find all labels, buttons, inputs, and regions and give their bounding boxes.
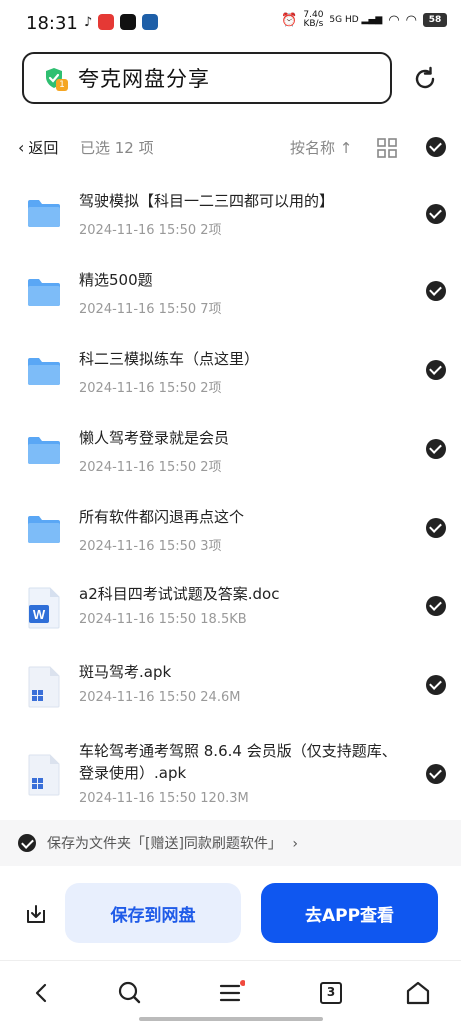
- shield-badge: 1: [56, 79, 68, 91]
- back-button[interactable]: ‹ 返回: [18, 137, 58, 158]
- file-meta: 2024-11-16 15:50 24.6M: [79, 690, 241, 705]
- file-name: a2科目四考试试题及答案.doc: [79, 585, 280, 603]
- file-checkbox[interactable]: [426, 360, 446, 380]
- file-name: 所有软件都闪退再点这个: [79, 508, 245, 526]
- file-checkbox[interactable]: [426, 204, 446, 224]
- refresh-icon[interactable]: [410, 64, 440, 94]
- file-row[interactable]: 车轮驾考通考驾照 8.6.4 会员版（仅支持题库、登录使用）.apk 2024-…: [0, 738, 461, 812]
- file-name: 斑马驾考.apk: [79, 663, 172, 681]
- network-speed: 7.40 KB/s: [303, 11, 323, 29]
- save-as-folder-option[interactable]: 保存为文件夹「[赠送]同款刷题软件」 ›: [0, 820, 461, 866]
- signal-icon: 5G HD ▂▄▆: [329, 15, 383, 25]
- app-notification-icon-dark: [120, 14, 137, 30]
- apk-icon: [27, 754, 61, 796]
- sort-button[interactable]: 按名称 ↑: [290, 137, 352, 158]
- home-indicator[interactable]: [139, 1017, 323, 1021]
- save-folder-label: 保存为文件夹「[赠送]同款刷题软件」: [47, 836, 282, 852]
- sort-label: 按名称: [290, 139, 336, 157]
- open-in-app-button[interactable]: 去APP查看: [261, 883, 438, 943]
- file-meta: 2024-11-16 15:50 2项: [79, 381, 222, 396]
- search-icon[interactable]: [116, 979, 144, 1007]
- file-checkbox[interactable]: [426, 281, 446, 301]
- status-time: 18:31: [26, 13, 78, 34]
- battery-icon: 58: [423, 13, 447, 27]
- download-icon[interactable]: [24, 902, 48, 926]
- svg-text:W: W: [33, 607, 46, 622]
- chevron-left-icon: ‹: [18, 138, 25, 157]
- speed-unit: KB/s: [303, 19, 324, 29]
- file-meta: 2024-11-16 15:50 120.3M: [79, 791, 249, 806]
- share-title: 夸克网盘分享: [78, 67, 210, 91]
- menu-icon[interactable]: [217, 979, 246, 1007]
- share-title-bar[interactable]: 1 夸克网盘分享: [22, 52, 392, 104]
- selected-count: 已选 12 项: [80, 139, 154, 157]
- folder-icon: [26, 198, 62, 228]
- save-folder-text: 保存为文件夹「[赠送]同款刷题软件」 ›: [47, 833, 298, 853]
- file-name: 驾驶模拟【科目一二三四都可以用的】: [79, 192, 335, 210]
- wifi-icon-2: ◠: [405, 12, 417, 28]
- word-doc-icon: W: [27, 587, 61, 629]
- select-all-checkbox[interactable]: [426, 137, 446, 157]
- status-right: ⏰ 7.40 KB/s 5G HD ▂▄▆ ◠ ◠ 58: [281, 11, 447, 29]
- folder-icon: [26, 435, 62, 465]
- back-arrow-icon[interactable]: [28, 979, 56, 1007]
- alarm-icon: ⏰: [281, 12, 298, 28]
- tabs-count: 3: [326, 985, 336, 999]
- file-name: 精选500题: [79, 271, 153, 289]
- status-notification-icons: ♪: [84, 14, 159, 30]
- app-notification-icon-red: [98, 14, 115, 30]
- file-checkbox[interactable]: [426, 518, 446, 538]
- back-label: 返回: [28, 139, 59, 157]
- file-row[interactable]: 懒人驾考登录就是会员 2024-11-16 15:50 2项: [0, 423, 461, 483]
- folder-icon: [26, 514, 62, 544]
- tiktok-icon: ♪: [84, 14, 93, 30]
- file-checkbox[interactable]: [426, 439, 446, 459]
- save-folder-checkbox[interactable]: [18, 834, 36, 852]
- file-meta: 2024-11-16 15:50 2项: [79, 460, 222, 475]
- file-row[interactable]: 驾驶模拟【科目一二三四都可以用的】 2024-11-16 15:50 2项: [0, 186, 461, 246]
- network-type: 5G HD: [329, 15, 359, 25]
- file-row[interactable]: W a2科目四考试试题及答案.doc 2024-11-16 15:50 18.5…: [0, 581, 461, 641]
- status-bar: 18:31 ♪ ⏰ 7.40 KB/s 5G HD ▂▄▆ ◠ ◠ 58: [0, 0, 461, 46]
- file-row[interactable]: 所有软件都闪退再点这个 2024-11-16 15:50 3项: [0, 502, 461, 562]
- browser-nav-bar: 3: [0, 960, 461, 1025]
- file-meta: 2024-11-16 15:50 18.5KB: [79, 612, 247, 627]
- file-meta: 2024-11-16 15:50 3项: [79, 539, 222, 554]
- file-checkbox[interactable]: [426, 675, 446, 695]
- folder-icon: [26, 277, 62, 307]
- file-name: 科二三模拟练车（点这里）: [79, 350, 260, 368]
- file-meta: 2024-11-16 15:50 2项: [79, 223, 222, 238]
- chevron-right-icon: ›: [292, 836, 298, 852]
- file-row[interactable]: 科二三模拟练车（点这里） 2024-11-16 15:50 2项: [0, 344, 461, 404]
- tabs-icon[interactable]: 3: [317, 979, 345, 1007]
- file-row[interactable]: 斑马驾考.apk 2024-11-16 15:50 24.6M: [0, 660, 461, 720]
- file-checkbox[interactable]: [426, 764, 446, 784]
- folder-icon: [26, 356, 62, 386]
- save-to-drive-button[interactable]: 保存到网盘: [65, 883, 241, 943]
- file-row[interactable]: 精选500题 2024-11-16 15:50 7项: [0, 265, 461, 325]
- file-meta: 2024-11-16 15:50 7项: [79, 302, 222, 317]
- file-name: 车轮驾考通考驾照 8.6.4 会员版（仅支持题库、登录使用）.apk: [79, 742, 397, 782]
- apk-icon: [27, 666, 61, 708]
- grid-view-icon[interactable]: [377, 138, 397, 158]
- wifi-icon: ◠: [388, 12, 400, 28]
- file-checkbox[interactable]: [426, 596, 446, 616]
- file-name: 懒人驾考登录就是会员: [79, 429, 230, 447]
- arrow-up-icon: ↑: [339, 139, 353, 157]
- app-notification-icon-blue: [142, 14, 159, 30]
- shield-icon: 1: [42, 66, 68, 91]
- home-icon[interactable]: [404, 979, 432, 1007]
